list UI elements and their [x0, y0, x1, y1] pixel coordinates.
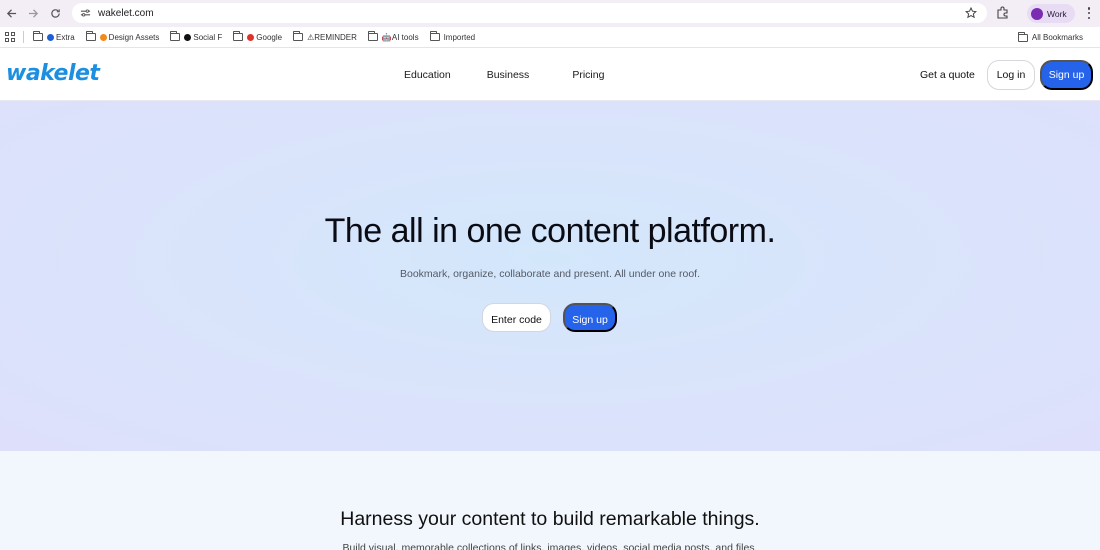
black-circle-icon	[184, 33, 192, 41]
profile-button[interactable]: Work	[1027, 4, 1075, 23]
bookmark-label: 🤖AI tools	[381, 32, 419, 42]
bookmark-folder-google[interactable]: Google	[233, 31, 283, 42]
apps-grid-icon[interactable]	[5, 32, 15, 42]
all-bookmarks-button[interactable]: All Bookmarks	[1017, 27, 1083, 48]
bookmark-label: Google	[256, 32, 283, 42]
address-bar[interactable]: wakelet.com	[72, 3, 987, 23]
get-a-quote-link[interactable]: Get a quote	[920, 69, 975, 81]
arrow-left-icon	[6, 9, 16, 18]
arrow-right-icon	[28, 9, 38, 18]
bookmark-star-icon[interactable]	[964, 6, 979, 20]
bookmark-folder-extra[interactable]: Extra	[33, 31, 75, 42]
blue-circle-icon	[47, 33, 54, 41]
folder-icon	[429, 31, 440, 41]
reload-icon	[50, 9, 60, 18]
sign-up-button[interactable]: Sign up	[1040, 60, 1093, 90]
folder-icon	[33, 31, 43, 41]
back-button[interactable]	[0, 3, 22, 25]
folder-icon	[367, 31, 378, 41]
hero-title: The all in one content platform.	[324, 212, 776, 250]
url-text: wakelet.com	[98, 7, 154, 19]
orange-circle-icon	[99, 33, 107, 41]
site-settings-icon[interactable]	[78, 6, 92, 20]
features-section: Harness your content to build remarkable…	[0, 451, 1100, 550]
nav-pricing[interactable]: Pricing	[572, 69, 604, 81]
folder-icon	[293, 31, 304, 41]
forward-button[interactable]	[22, 3, 44, 25]
browser-toolbar: wakelet.com Work	[0, 0, 1100, 27]
folder-icon	[1017, 31, 1028, 42]
red-circle-icon	[247, 33, 255, 41]
profile-avatar	[1031, 7, 1043, 20]
bookmarks-bar: Extra Design Assets Social F Google ⚠REM…	[0, 27, 1100, 48]
bookmark-folder-reminder[interactable]: ⚠REMINDER	[293, 31, 357, 42]
bookmark-label: Extra	[56, 32, 75, 42]
folder-icon	[85, 31, 96, 41]
hero-sign-up-button[interactable]: Sign up	[563, 303, 617, 332]
main-nav: Education Business Pricing	[404, 69, 640, 81]
features-title: Harness your content to build remarkable…	[340, 508, 760, 530]
hero-subtitle: Bookmark, organize, collaborate and pres…	[399, 268, 700, 280]
log-in-button[interactable]: Log in	[987, 60, 1035, 90]
bookmark-folder-design-assets[interactable]: Design Assets	[85, 31, 160, 42]
bookmark-label: ⚠REMINDER	[307, 32, 357, 42]
browser-menu-icon[interactable]	[1084, 6, 1094, 20]
bookmark-label: Design Assets	[108, 32, 160, 42]
bookmark-label: Social F	[193, 32, 223, 42]
nav-education[interactable]: Education	[404, 69, 451, 81]
bookmark-folder-ai-tools[interactable]: 🤖AI tools	[367, 31, 419, 42]
bookmark-folder-social[interactable]: Social F	[170, 31, 223, 42]
extensions-icon[interactable]	[996, 6, 1010, 20]
nav-business[interactable]: Business	[487, 69, 530, 81]
hero-section: The all in one content platform. Bookmar…	[0, 101, 1100, 451]
folder-icon	[170, 31, 181, 41]
site-header: wakelet Education Business Pricing Get a…	[0, 49, 1100, 101]
reload-button[interactable]	[44, 3, 66, 25]
wakelet-logo[interactable]: wakelet	[6, 61, 100, 86]
folder-icon	[233, 31, 244, 41]
profile-name: Work	[1047, 8, 1067, 19]
features-subtitle: Build visual, memorable collections of l…	[342, 542, 758, 550]
bookmark-label: All Bookmarks	[1031, 33, 1083, 42]
bookmark-folder-imported[interactable]: Imported	[429, 31, 476, 42]
bookmark-label: Imported	[443, 32, 476, 42]
enter-code-button[interactable]: Enter code	[482, 303, 551, 332]
bookmarks-divider	[23, 31, 24, 43]
